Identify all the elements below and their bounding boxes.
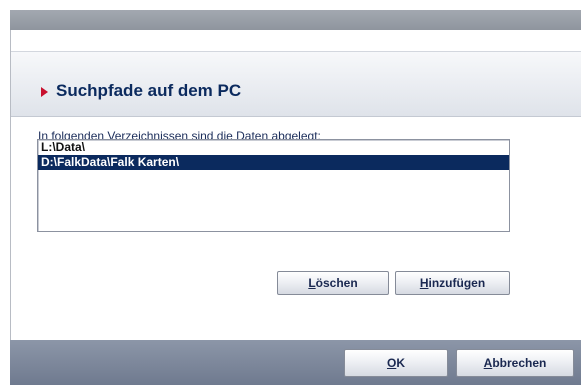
add-button-mnemonic: H: [419, 276, 429, 290]
delete-button-mnemonic: L: [308, 276, 316, 290]
cancel-button-label: bbrechen: [492, 356, 547, 370]
dialog-header: Suchpfade auf dem PC: [11, 51, 581, 117]
delete-button-label: öschen: [315, 276, 358, 290]
add-button[interactable]: Hinzufügen: [395, 271, 510, 295]
list-item[interactable]: L:\Data\: [38, 140, 509, 155]
list-item[interactable]: D:\FalkData\Falk Karten\: [38, 155, 509, 170]
cancel-button-mnemonic: A: [483, 356, 493, 370]
window-titlebar[interactable]: [10, 10, 581, 30]
arrow-right-icon: [41, 87, 48, 97]
cancel-button[interactable]: Abbrechen: [456, 349, 574, 377]
paths-list[interactable]: L:\Data\ D:\FalkData\Falk Karten\: [37, 139, 510, 232]
ok-button-mnemonic: O: [386, 356, 397, 370]
dialog-title: Suchpfade auf dem PC: [56, 81, 242, 100]
ok-button-label: K: [396, 356, 405, 370]
delete-button[interactable]: Löschen: [277, 271, 389, 295]
ok-button[interactable]: OK: [344, 349, 448, 377]
add-button-label: inzufügen: [428, 276, 486, 290]
